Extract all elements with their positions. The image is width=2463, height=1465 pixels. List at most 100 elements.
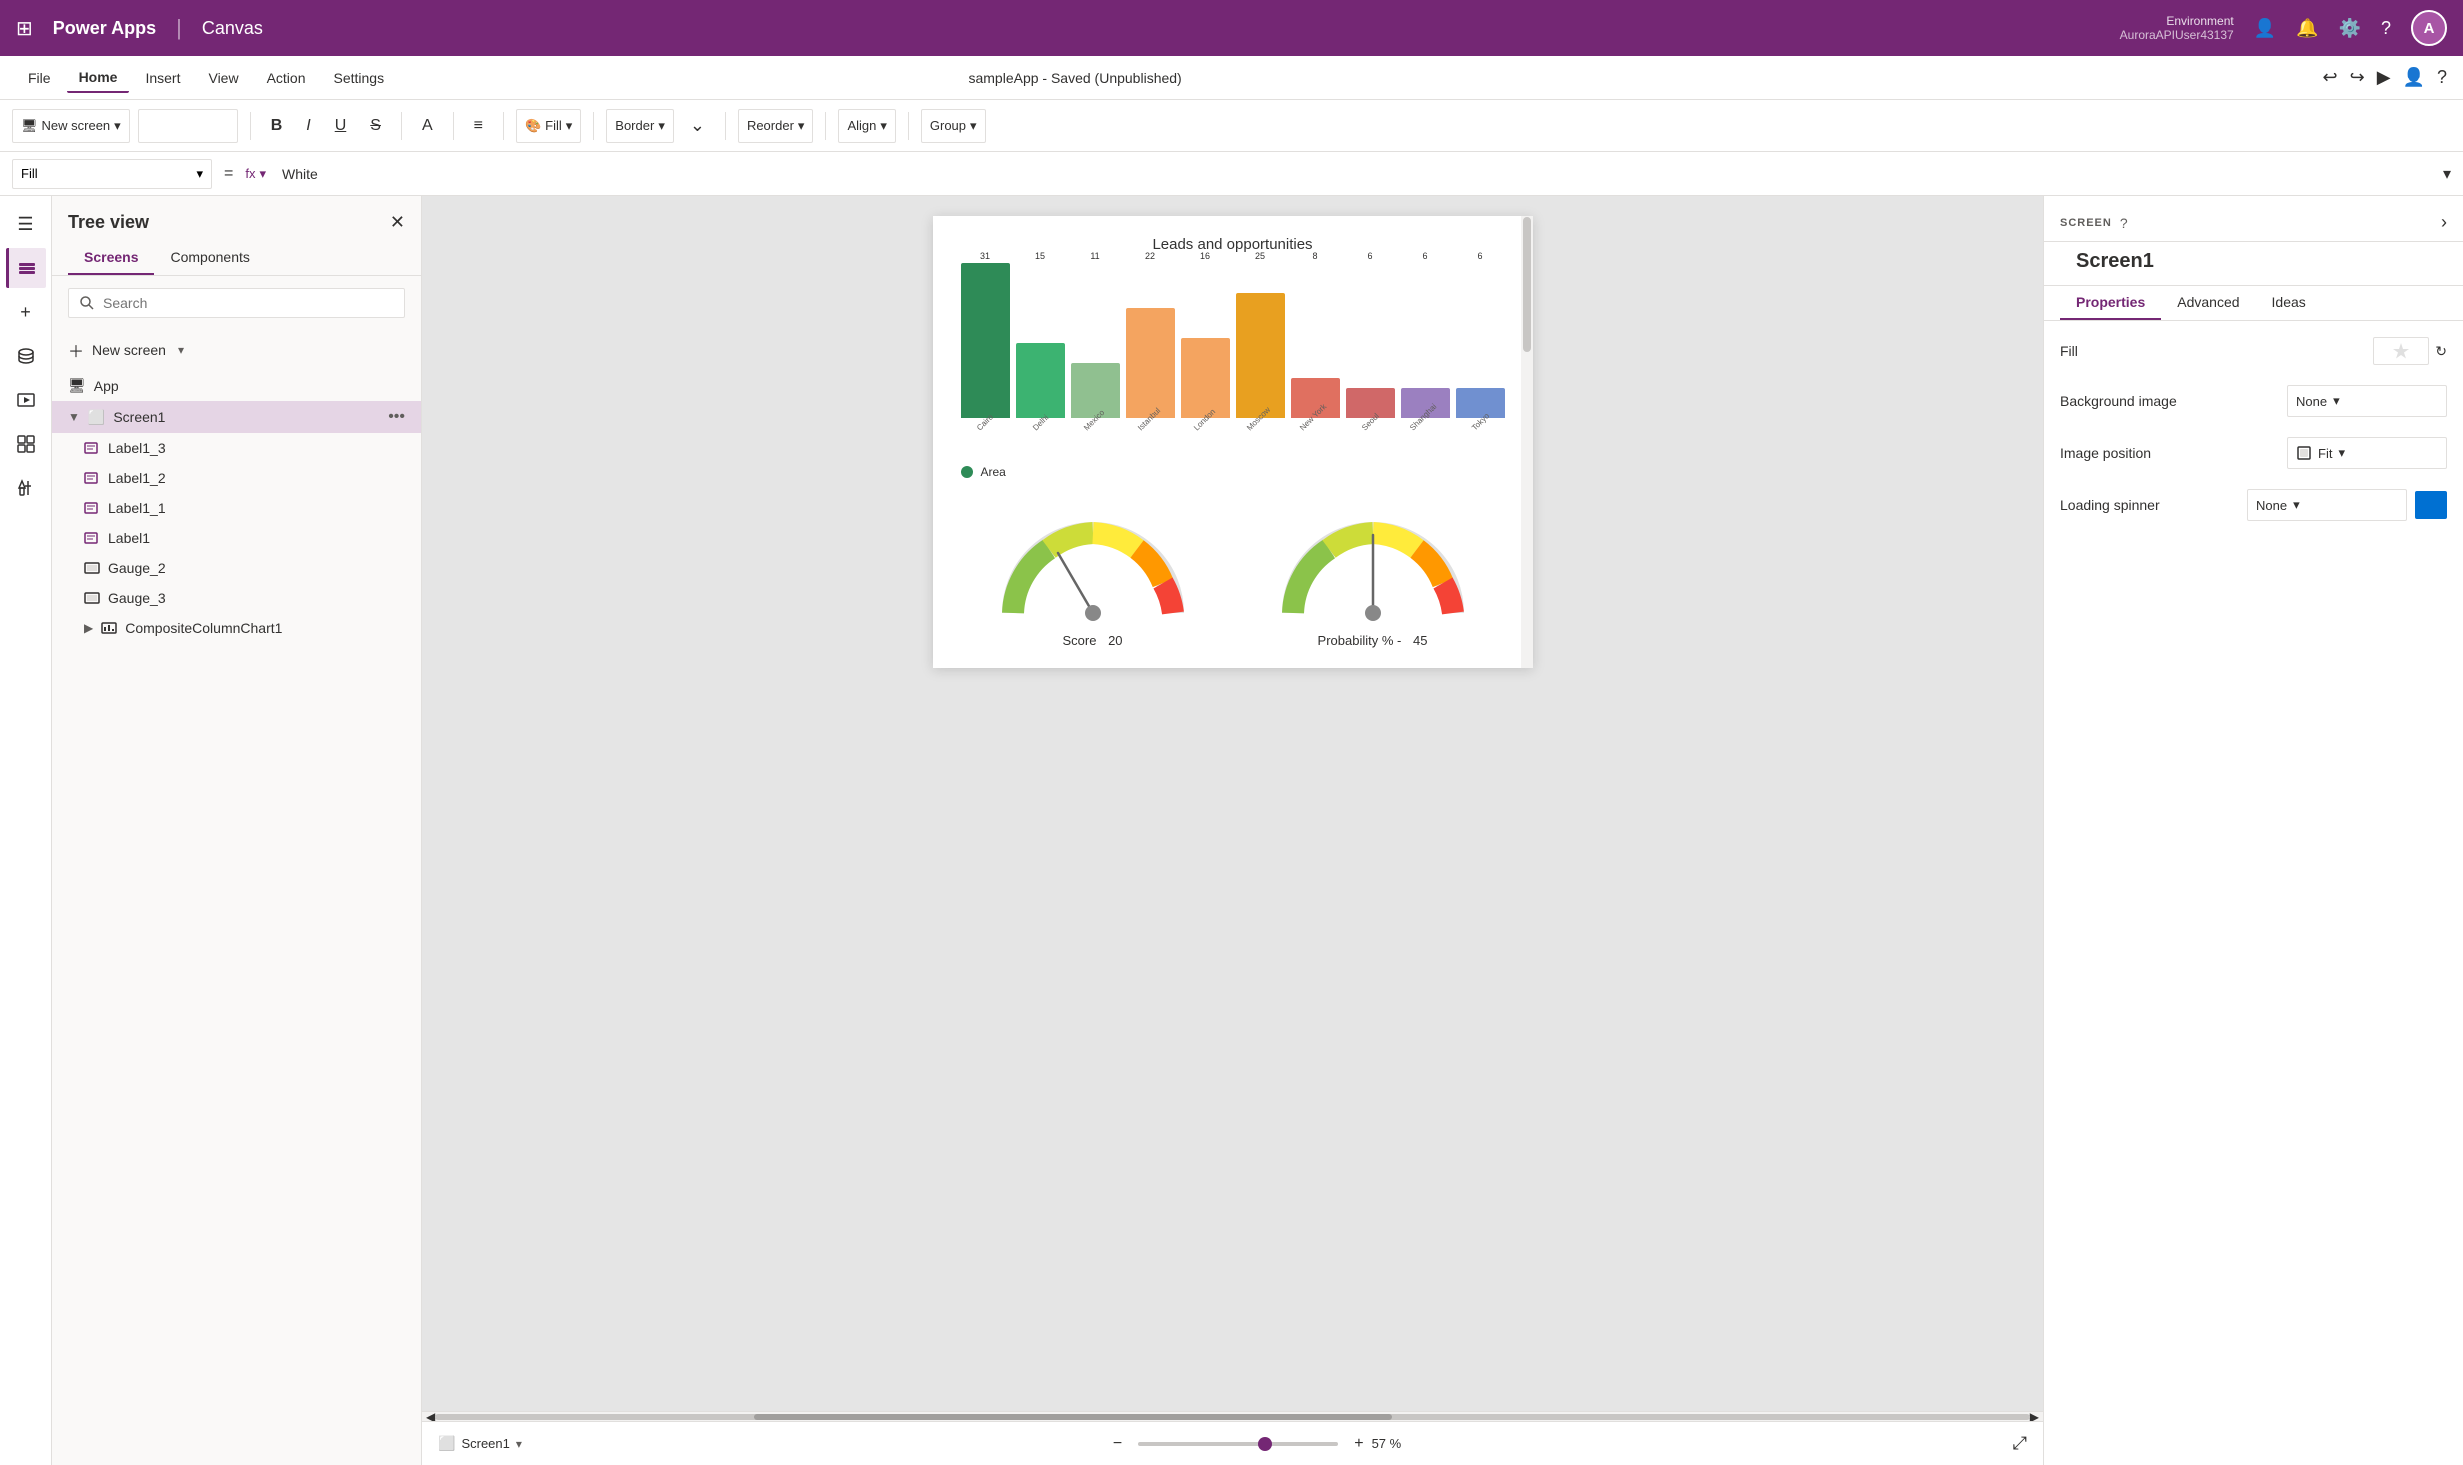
- bar-newyork: 8 New York: [1291, 251, 1340, 435]
- property-dropdown[interactable]: Fill ▾: [12, 159, 212, 189]
- font-color-button[interactable]: A: [414, 113, 441, 139]
- background-image-dropdown[interactable]: None ▾: [2287, 385, 2447, 417]
- h-scroll-track[interactable]: [435, 1414, 2030, 1420]
- search-input[interactable]: [103, 295, 394, 311]
- zoom-in-button[interactable]: +: [1354, 1435, 1363, 1453]
- bar-value-seoul: 6: [1367, 251, 1372, 261]
- expand-icon[interactable]: ⌄: [682, 111, 713, 140]
- avatar[interactable]: A: [2411, 10, 2447, 46]
- gauge-icon-2: [84, 590, 100, 606]
- help-icon-menu[interactable]: ?: [2437, 67, 2447, 88]
- align-button-2[interactable]: Align ▾: [838, 109, 895, 143]
- data-button[interactable]: [6, 336, 46, 376]
- v-scroll-thumb[interactable]: [1523, 217, 1531, 353]
- fill-button[interactable]: 🎨 Fill ▾: [516, 109, 581, 143]
- new-screen-button[interactable]: ＋ New screen ▾: [52, 330, 421, 370]
- formula-input[interactable]: [274, 159, 2435, 189]
- tree-item-label1-3[interactable]: Label1_3: [52, 433, 421, 463]
- tree-item-gauge3[interactable]: Gauge_3: [52, 583, 421, 613]
- formula-expand-icon[interactable]: ▾: [2443, 164, 2451, 184]
- bar-value-istanbul: 22: [1145, 251, 1155, 261]
- props-tabs: Properties Advanced Ideas: [2044, 286, 2463, 321]
- bar-shanghai: 6 Shanghai: [1401, 251, 1450, 435]
- undo-icon[interactable]: ↩: [2323, 67, 2338, 88]
- bar-rect-istanbul: [1126, 308, 1175, 418]
- main-layout: ☰ +: [0, 196, 2463, 1465]
- grid-icon[interactable]: ⊞: [16, 16, 33, 41]
- menu-file[interactable]: File: [16, 64, 63, 92]
- tree-item-gauge2[interactable]: Gauge_2: [52, 553, 421, 583]
- menu-action[interactable]: Action: [255, 64, 318, 92]
- screen-tab[interactable]: ⬜ Screen1 ▾: [438, 1435, 522, 1452]
- menu-insert[interactable]: Insert: [133, 64, 192, 92]
- reorder-button[interactable]: Reorder ▾: [738, 109, 814, 143]
- font-name-field[interactable]: [138, 109, 238, 143]
- tab-ideas[interactable]: Ideas: [2256, 286, 2322, 320]
- spinner-color-swatch[interactable]: [2415, 491, 2447, 519]
- vertical-scrollbar[interactable]: [1521, 216, 1533, 668]
- help-icon[interactable]: ?: [2381, 18, 2391, 39]
- media-button[interactable]: [6, 380, 46, 420]
- gauge1-label: Score 20: [1062, 633, 1122, 648]
- fill-swatch[interactable]: [2373, 337, 2429, 365]
- bar-chart: 31 Cairo 15 Delhi: [953, 265, 1513, 435]
- italic-button[interactable]: I: [298, 113, 318, 139]
- menu-view[interactable]: View: [196, 64, 250, 92]
- bar-value-tokyo: 6: [1477, 251, 1482, 261]
- border-button[interactable]: Border ▾: [606, 109, 674, 143]
- fx-button[interactable]: fx ▾: [245, 166, 266, 182]
- help-circle-icon[interactable]: ?: [2120, 215, 2128, 231]
- new-screen-button[interactable]: 🖥 New screen ▾: [12, 109, 130, 143]
- tree-item-chart1-label: CompositeColumnChart1: [125, 620, 282, 636]
- bar-value-newyork: 8: [1312, 251, 1317, 261]
- group-button[interactable]: Group ▾: [921, 109, 986, 143]
- tree-item-label1-2[interactable]: Label1_2: [52, 463, 421, 493]
- settings-icon[interactable]: ⚙️: [2339, 18, 2361, 39]
- tree-item-label1-1[interactable]: Label1_1: [52, 493, 421, 523]
- zoom-value: 57 %: [1372, 1436, 1422, 1451]
- components-button[interactable]: [6, 424, 46, 464]
- tree-item-chart1[interactable]: ▶ CompositeColumnChart1: [52, 613, 421, 643]
- bold-button[interactable]: B: [263, 113, 291, 139]
- tab-advanced[interactable]: Advanced: [2161, 286, 2255, 320]
- top-nav-right: Environment AuroraAPIUser43137 👤 🔔 ⚙️ ? …: [2120, 10, 2447, 46]
- add-button[interactable]: +: [6, 292, 46, 332]
- image-position-dropdown[interactable]: Fit ▾: [2287, 437, 2447, 469]
- group-chevron-icon: ▾: [970, 118, 977, 134]
- zoom-thumb[interactable]: [1258, 1437, 1272, 1451]
- underline-button[interactable]: U: [327, 113, 355, 139]
- tools-button[interactable]: [6, 468, 46, 508]
- props-header: SCREEN ? ›: [2044, 196, 2463, 242]
- redo-icon[interactable]: ↪: [2350, 67, 2365, 88]
- user-check-icon[interactable]: 👤: [2254, 18, 2276, 39]
- zoom-slider[interactable]: [1138, 1442, 1338, 1446]
- tree-tabs: Screens Components: [52, 241, 421, 276]
- loading-spinner-dropdown[interactable]: None ▾: [2247, 489, 2407, 521]
- strikethrough-button[interactable]: S: [362, 113, 389, 139]
- horizontal-scrollbar[interactable]: ◀ ▶: [422, 1411, 2043, 1421]
- tab-components[interactable]: Components: [154, 241, 265, 275]
- menu-settings[interactable]: Settings: [322, 64, 397, 92]
- menu-home[interactable]: Home: [67, 63, 130, 93]
- bg-image-chevron-icon: ▾: [2333, 393, 2340, 409]
- tab-screens[interactable]: Screens: [68, 241, 154, 275]
- h-scroll-thumb[interactable]: [754, 1414, 1392, 1420]
- more-options-icon[interactable]: •••: [388, 408, 405, 426]
- align-button[interactable]: ≡: [466, 113, 491, 139]
- tree-close-button[interactable]: ✕: [390, 212, 405, 233]
- tree-item-app[interactable]: 🖥 App: [52, 370, 421, 401]
- fill-refresh-icon[interactable]: ↻: [2435, 343, 2447, 360]
- fullscreen-button[interactable]: ⤢: [2013, 1433, 2027, 1454]
- tab-properties[interactable]: Properties: [2060, 286, 2161, 320]
- background-image-label: Background image: [2060, 393, 2180, 409]
- person-icon[interactable]: 👤: [2403, 67, 2425, 88]
- zoom-out-button[interactable]: −: [1113, 1435, 1122, 1453]
- hamburger-button[interactable]: ☰: [6, 204, 46, 244]
- layers-button[interactable]: [6, 248, 46, 288]
- canvas-scroll[interactable]: Leads and opportunities 31 Cairo 15: [422, 196, 2043, 1411]
- bell-icon[interactable]: 🔔: [2296, 18, 2318, 39]
- tree-item-label1[interactable]: Label1: [52, 523, 421, 553]
- props-expand-icon[interactable]: ›: [2441, 212, 2447, 233]
- play-icon[interactable]: ▶: [2377, 67, 2391, 88]
- tree-item-screen1[interactable]: ▼ ⬜ Screen1 •••: [52, 401, 421, 433]
